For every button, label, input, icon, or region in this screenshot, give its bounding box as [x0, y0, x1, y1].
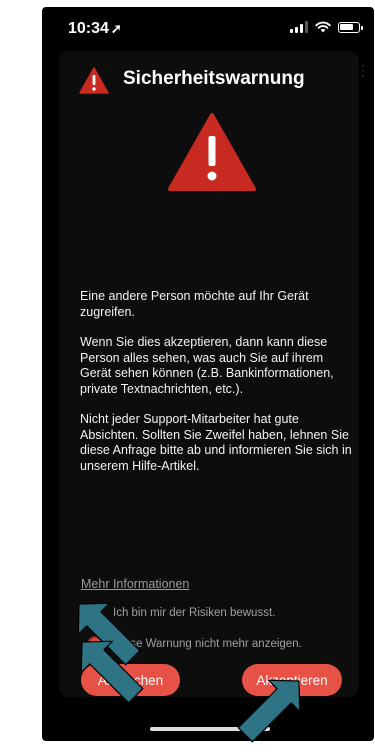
- dont-show-again-checkbox[interactable]: [87, 636, 103, 652]
- security-warning-dialog: Sicherheitswarnung · · · Eine andere Perso…: [59, 51, 365, 697]
- dialog-title: Sicherheitswarnung: [123, 68, 305, 89]
- phone-screen: 10:34 ➚ Sicherheitswarnung · · · Eine an…: [42, 7, 374, 741]
- warning-triangle-icon: [168, 113, 256, 191]
- more-info-link[interactable]: Mehr Informationen: [81, 577, 189, 591]
- checkbox-label: Ich bin mir der Risiken bewusst.: [113, 607, 276, 619]
- risk-acknowledge-checkbox[interactable]: [87, 605, 103, 621]
- status-bar: 10:34 ➚: [42, 7, 374, 51]
- warning-paragraph: Nicht jeder Support-Mitarbeiter hat gute…: [80, 412, 352, 473]
- home-indicator: [150, 727, 270, 731]
- cancel-button[interactable]: Abbrechen: [81, 664, 180, 696]
- location-arrow-icon: ➚: [110, 21, 122, 36]
- status-time: 10:34 ➚: [68, 20, 122, 38]
- warning-triangle-icon: [79, 67, 109, 94]
- signal-icon: [290, 21, 308, 33]
- battery-icon: [338, 21, 363, 33]
- wifi-icon: [315, 21, 331, 33]
- warning-message: Eine andere Person möchte auf Ihr Gerät …: [80, 289, 352, 489]
- checkbox-label: Diese Warnung nicht mehr anzeigen.: [113, 638, 302, 650]
- status-icons: [290, 21, 363, 33]
- accept-button[interactable]: Akzeptieren: [242, 664, 342, 696]
- battery-level: [340, 23, 353, 30]
- risk-acknowledge-checkbox-row[interactable]: Ich bin mir der Risiken bewusst.: [87, 605, 275, 621]
- warning-paragraph: Wenn Sie dies akzeptieren, dann kann die…: [80, 335, 334, 396]
- dont-show-again-checkbox-row[interactable]: Diese Warnung nicht mehr anzeigen.: [87, 636, 302, 652]
- status-time-text: 10:34: [68, 20, 109, 37]
- kebab-menu-icon[interactable]: · · ·: [360, 59, 366, 81]
- warning-paragraph: Eine andere Person möchte auf Ihr Gerät …: [80, 289, 309, 319]
